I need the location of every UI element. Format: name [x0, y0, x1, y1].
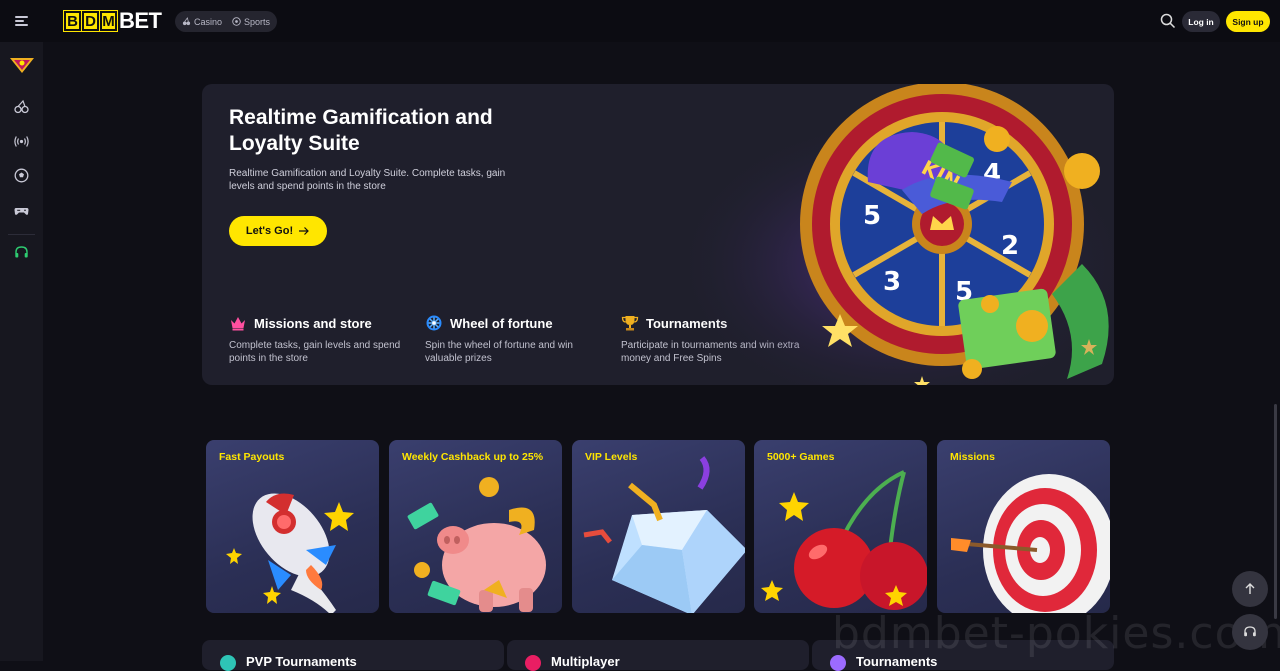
headset-icon — [1244, 626, 1256, 637]
wheel-illustration: 6 4 2 5 3 5 KIN — [672, 84, 1114, 385]
sidebar-item-sports[interactable] — [13, 167, 30, 184]
logo-letter: M — [100, 11, 117, 31]
logo-word: BET — [119, 8, 162, 33]
watermark: bdmbet-pokies.com — [832, 608, 1280, 659]
wheel-number: 3 — [883, 267, 901, 297]
scroll-top-button[interactable] — [1232, 571, 1268, 607]
arrow-right-icon — [299, 227, 309, 235]
bottom-card-title: PVP Tournaments — [246, 654, 357, 669]
feature-text: Spin the wheel of fortune and win valuab… — [425, 340, 573, 364]
menu-icon[interactable] — [12, 12, 32, 30]
hero-banner: Realtime Gamification and Loyalty Suite … — [202, 84, 1114, 385]
mode-switch: Casino Sports — [175, 11, 278, 32]
crown-icon — [231, 317, 245, 331]
lets-go-button[interactable]: Let's Go! — [229, 216, 327, 246]
gamepad-icon — [14, 208, 29, 215]
mode-sports[interactable]: Sports — [232, 17, 270, 27]
hero-subtitle: Realtime Gamification and Loyalty Suite.… — [229, 168, 506, 192]
promo-card-missions[interactable]: Missions — [937, 440, 1110, 613]
sidebar-item-support[interactable] — [13, 244, 30, 261]
search-icon[interactable] — [1160, 13, 1176, 29]
football-icon — [14, 168, 29, 183]
piggy-bank-illustration — [407, 477, 546, 612]
brand-logo[interactable]: B D M BET — [64, 8, 162, 33]
card-title: VIP Levels — [585, 451, 638, 463]
bottom-card-multiplayer[interactable]: Multiplayer — [507, 640, 809, 671]
headset-icon — [15, 246, 28, 258]
football-icon — [232, 17, 241, 26]
wheel-number: 2 — [1001, 231, 1019, 261]
feature-text: Complete tasks, gain levels and spend po… — [229, 340, 401, 364]
sidebar-item-casino[interactable] — [13, 98, 30, 115]
mode-sports-label: Sports — [244, 16, 271, 27]
logo-letter: B — [64, 11, 81, 31]
cherry-icon — [182, 17, 191, 26]
bottom-card-pvp[interactable]: PVP Tournaments — [202, 640, 504, 671]
wheel-number: 5 — [863, 201, 881, 231]
promo-card-games[interactable]: 5000+ Games — [754, 440, 927, 613]
logo-letter: D — [82, 11, 99, 31]
promo-card-cashback[interactable]: Weekly Cashback up to 25% — [389, 440, 562, 613]
feature-wheel: Wheel of fortune Spin the wheel of fortu… — [425, 314, 610, 365]
live-signal-icon — [14, 136, 29, 147]
feature-title: Missions and store — [254, 315, 372, 331]
signup-button[interactable]: Sign up — [1226, 11, 1270, 32]
rocket-illustration — [226, 493, 354, 613]
lets-go-label: Let's Go! — [245, 225, 294, 237]
card-title: 5000+ Games — [767, 451, 835, 463]
card-title: Fast Payouts — [219, 451, 285, 463]
login-button[interactable]: Log in — [1182, 11, 1220, 32]
wheel-icon — [426, 315, 442, 331]
feature-title: Wheel of fortune — [450, 315, 553, 331]
card-title: Missions — [950, 451, 995, 463]
scrollbar[interactable] — [1274, 404, 1277, 619]
mode-casino-label: Casino — [194, 16, 223, 27]
top-bar: B D M BET Casino Sports Log in Sign up — [0, 0, 1280, 42]
cherry-icon — [14, 99, 29, 114]
target-illustration — [951, 474, 1110, 613]
pvp-icon — [220, 655, 236, 671]
sidebar-item-games[interactable] — [13, 202, 30, 219]
diamond-illustration — [583, 456, 745, 613]
sidebar-divider — [8, 234, 35, 235]
sidebar — [0, 42, 43, 661]
hero-title: Realtime Gamification and Loyalty Suite — [229, 106, 493, 155]
mode-casino[interactable]: Casino — [182, 17, 222, 27]
arrow-up-icon — [1245, 583, 1255, 594]
support-chat-button[interactable] — [1232, 614, 1268, 650]
promo-card-fast-payouts[interactable]: Fast Payouts — [206, 440, 379, 613]
feature-missions: Missions and store Complete tasks, gain … — [229, 314, 414, 365]
card-title: Weekly Cashback up to 25% — [402, 451, 544, 463]
sidebar-item-live[interactable] — [13, 133, 30, 150]
promo-card-vip-levels[interactable]: VIP Levels — [572, 440, 745, 613]
multiplayer-icon — [525, 655, 541, 671]
vip-shield-icon[interactable] — [9, 56, 35, 74]
cherries-illustration — [761, 470, 927, 610]
bottom-card-title: Multiplayer — [551, 654, 620, 669]
